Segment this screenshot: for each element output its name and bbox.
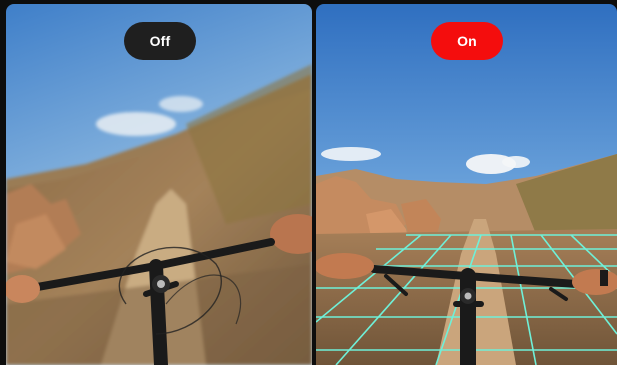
panel-on: On	[316, 4, 617, 365]
panel-off: Off	[6, 4, 312, 365]
stabilization-on-badge[interactable]: On	[431, 22, 503, 60]
stabilization-off-badge[interactable]: Off	[124, 22, 196, 60]
comparison-frame: Off On	[0, 0, 617, 365]
